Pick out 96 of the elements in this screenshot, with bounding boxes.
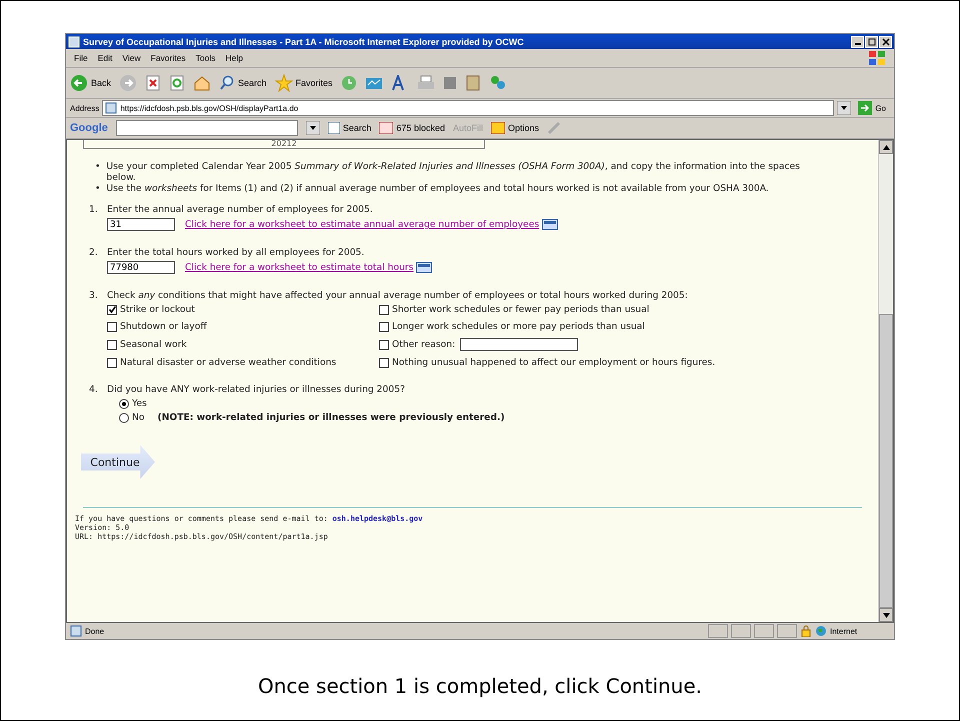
- status-text: Done: [85, 626, 104, 636]
- minimize-icon: [854, 43, 860, 45]
- menu-item[interactable]: View: [122, 53, 141, 63]
- close-button[interactable]: [879, 36, 892, 48]
- other-reason-field[interactable]: [460, 338, 578, 351]
- blocker-icon: [379, 122, 394, 134]
- globe-icon: [815, 625, 827, 637]
- question-text: Enter the annual average number of employees for 2005.: [107, 204, 373, 215]
- instruction-text: Use the worksheets for Items (1) and (2) if annual average number of employees and total hours worked is not available from your OSHA 300A.: [106, 183, 769, 194]
- address-label: Address: [70, 104, 100, 112]
- header-code: 20212: [271, 140, 297, 148]
- question-number: 2.: [89, 247, 99, 258]
- bullet-marker: •: [95, 183, 100, 194]
- checkbox[interactable]: [379, 322, 389, 332]
- scrollbar[interactable]: [878, 140, 893, 622]
- radio-label: No: [132, 412, 144, 423]
- menu-item[interactable]: Favorites: [150, 53, 186, 63]
- star-icon: [274, 74, 293, 92]
- page-icon: [105, 102, 118, 114]
- menu-item[interactable]: Tools: [196, 53, 216, 63]
- menu-item[interactable]: Help: [225, 53, 243, 63]
- down-arrow-icon: [882, 612, 890, 618]
- question-text: Did you have ANY work-related injuries or illnesses during 2005?: [107, 384, 405, 395]
- print-icon[interactable]: [416, 75, 435, 91]
- url-text: https://idcfdosh.psb.bls.gov/OSH/displayPart1a.do: [120, 104, 298, 112]
- options-icon: [490, 122, 505, 134]
- checkbox-label: Strike or lockout: [120, 304, 195, 315]
- radio-button[interactable]: [119, 398, 129, 408]
- checkbox[interactable]: [107, 358, 117, 368]
- options-button[interactable]: Options: [490, 122, 540, 134]
- status-pane: [708, 624, 728, 638]
- worksheet-link[interactable]: Click here for a worksheet to estimate annual average number of employees: [185, 219, 540, 230]
- address-field[interactable]: https://idcfdosh.psb.bls.gov/OSH/displayPart1a.do: [102, 100, 834, 116]
- search-button[interactable]: Search: [219, 75, 267, 91]
- dropdown-arrow-icon[interactable]: [306, 121, 320, 135]
- close-icon: [882, 38, 890, 46]
- windows-logo-icon: [868, 50, 886, 66]
- refresh-icon[interactable]: [169, 75, 186, 91]
- up-arrow-icon: [882, 144, 890, 150]
- question-number: 1.: [89, 204, 99, 215]
- worksheet-icon[interactable]: [542, 219, 558, 230]
- input-field[interactable]: 77980: [107, 261, 175, 274]
- checkbox[interactable]: [379, 340, 389, 350]
- checkbox[interactable]: [107, 322, 117, 332]
- continue-button[interactable]: Continue: [81, 445, 155, 479]
- go-arrow-icon: [858, 101, 872, 115]
- lock-icon: [800, 625, 812, 637]
- checkbox-label: Seasonal work: [120, 339, 187, 350]
- scroll-up-button[interactable]: [879, 140, 893, 154]
- note-text: (NOTE: work-related injuries or illnesses were previously entered.): [158, 412, 505, 423]
- stop-icon[interactable]: [145, 75, 162, 91]
- maximize-icon: [868, 38, 876, 46]
- instruction-text: Use your completed Calendar Year 2005 Summary of Work-Related Injuries and Illnesses (OSHA Form 300A), and copy the information into the spaces below.: [106, 161, 801, 183]
- google-search-field[interactable]: [116, 120, 298, 136]
- back-button[interactable]: Back: [70, 74, 112, 92]
- bullet-marker: •: [95, 161, 100, 172]
- checkbox[interactable]: [107, 340, 117, 350]
- status-pane: [754, 624, 774, 638]
- question-number: 4.: [89, 384, 99, 395]
- question-text: Enter the total hours worked by all employees for 2005.: [107, 247, 364, 258]
- scroll-thumb[interactable]: [879, 314, 893, 608]
- question-text: Check any conditions that might have affected your annual average number of employees or total hours worked during 2005:: [107, 290, 688, 301]
- checkbox[interactable]: [379, 358, 389, 368]
- checkbox-label: Longer work schedules or more pay periods than usual: [392, 321, 645, 332]
- checkbox-label: Nothing unusual happened to affect our employment or hours figures.: [392, 357, 716, 368]
- google-search-button[interactable]: Search: [328, 122, 372, 134]
- maximize-button[interactable]: [865, 36, 878, 48]
- favorites-button[interactable]: Favorites: [274, 74, 333, 92]
- worksheet-link[interactable]: Click here for a worksheet to estimate total hours: [185, 262, 414, 273]
- menu-item[interactable]: File: [74, 53, 88, 63]
- menu-item[interactable]: Edit: [98, 53, 112, 63]
- window-title: Survey of Occupational Injuries and Illnesses - Part 1A - Microsoft Internet Explorer provided by OCWC: [83, 36, 525, 46]
- popup-blocker-button[interactable]: 675 blocked: [379, 122, 445, 134]
- home-icon[interactable]: [193, 75, 212, 91]
- radio-button[interactable]: [119, 412, 129, 422]
- page-icon: [70, 625, 82, 637]
- status-pane: [777, 624, 797, 638]
- dropdown-arrow-icon[interactable]: [837, 101, 852, 115]
- page-icon: [68, 36, 80, 48]
- checkbox-label: Other reason:: [392, 339, 456, 350]
- scroll-down-button[interactable]: [879, 608, 893, 622]
- go-button[interactable]: Go: [854, 101, 890, 115]
- status-pane: [731, 624, 751, 638]
- mail-icon[interactable]: [364, 75, 383, 91]
- radio-label: Yes: [132, 398, 147, 409]
- checkbox-label: Shorter work schedules or fewer pay periods than usual: [392, 304, 650, 315]
- checkbox[interactable]: [107, 304, 117, 314]
- zone-text: Internet: [830, 626, 858, 636]
- checkbox[interactable]: [379, 304, 389, 314]
- input-field[interactable]: 31: [107, 218, 175, 231]
- checkbox-label: Shutdown or layoff: [120, 321, 207, 332]
- checkbox-label: Natural disaster or adverse weather conditions: [120, 357, 336, 368]
- minimize-button[interactable]: [851, 36, 864, 48]
- question-number: 3.: [89, 290, 99, 301]
- slide-caption: Once section 1 is completed, click Continue.: [258, 674, 702, 698]
- worksheet-icon[interactable]: [416, 262, 432, 273]
